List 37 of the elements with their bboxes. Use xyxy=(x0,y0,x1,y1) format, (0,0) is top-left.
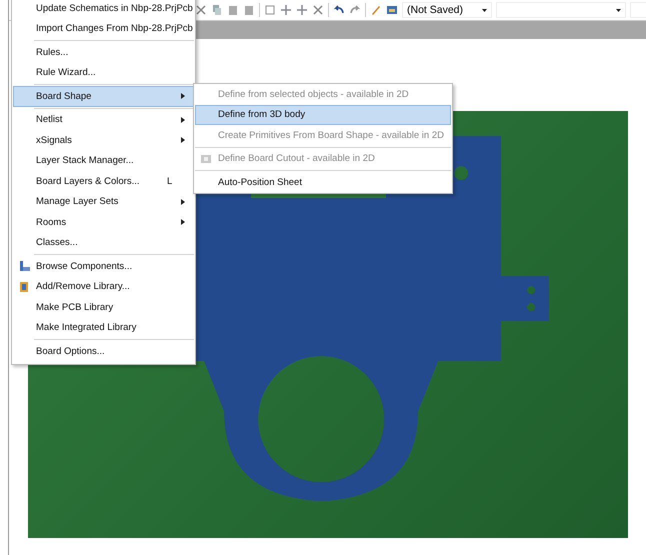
menu-item[interactable]: Layer Stack Manager... xyxy=(13,150,194,171)
menu-item[interactable]: Define from 3D body xyxy=(195,104,451,125)
clipboard-icon[interactable] xyxy=(243,4,255,16)
cross-icon[interactable] xyxy=(296,4,308,16)
menu-item[interactable]: xSignals xyxy=(13,130,194,150)
menu-item[interactable]: Make Integrated Library xyxy=(13,318,194,338)
menu-item[interactable]: Auto-Position Sheet xyxy=(195,172,451,192)
menu-item[interactable]: Board Options... xyxy=(13,341,194,362)
board-icon xyxy=(200,152,212,165)
pencil-icon[interactable] xyxy=(370,4,382,16)
menu-item[interactable]: Rule Wizard... xyxy=(13,62,194,83)
menu-item[interactable]: Board Shape xyxy=(13,86,194,106)
menu-item[interactable]: Add/Remove Library... xyxy=(13,276,194,297)
scissors-icon[interactable] xyxy=(195,4,207,16)
move-icon[interactable] xyxy=(280,4,292,16)
dropdown[interactable]: (Not Saved) xyxy=(402,2,492,18)
menu-item[interactable]: Make PCB Library xyxy=(13,297,194,318)
menu-item[interactable]: Import Changes From Nbp-28.PrjPcb xyxy=(13,18,194,39)
undo-icon[interactable] xyxy=(333,4,345,16)
copy-icon[interactable] xyxy=(211,4,223,16)
clear-icon[interactable] xyxy=(312,4,324,16)
dropdown-arrow-icon xyxy=(482,8,487,12)
dropdown-arrow-icon xyxy=(616,8,621,12)
menu-item[interactable]: Classes... xyxy=(13,232,194,253)
redo-icon[interactable] xyxy=(349,4,361,16)
book-icon xyxy=(18,280,30,293)
menu-item[interactable]: Rules... xyxy=(13,42,194,62)
paste-icon[interactable] xyxy=(227,4,239,16)
menu-item[interactable]: Board Layers & Colors... L xyxy=(13,171,194,192)
image-icon[interactable] xyxy=(386,4,398,16)
menu-item[interactable]: Rooms xyxy=(13,212,194,232)
menu-item[interactable]: Manage Layer Sets xyxy=(13,192,194,212)
menu-item[interactable]: Netlist xyxy=(13,110,194,130)
menu-item[interactable]: Browse Components... xyxy=(13,256,194,276)
select-box-icon[interactable] xyxy=(264,4,276,16)
component-icon xyxy=(18,260,30,272)
menu-item[interactable]: Update Schematics in Nbp-28.PrjPcb xyxy=(13,0,194,18)
